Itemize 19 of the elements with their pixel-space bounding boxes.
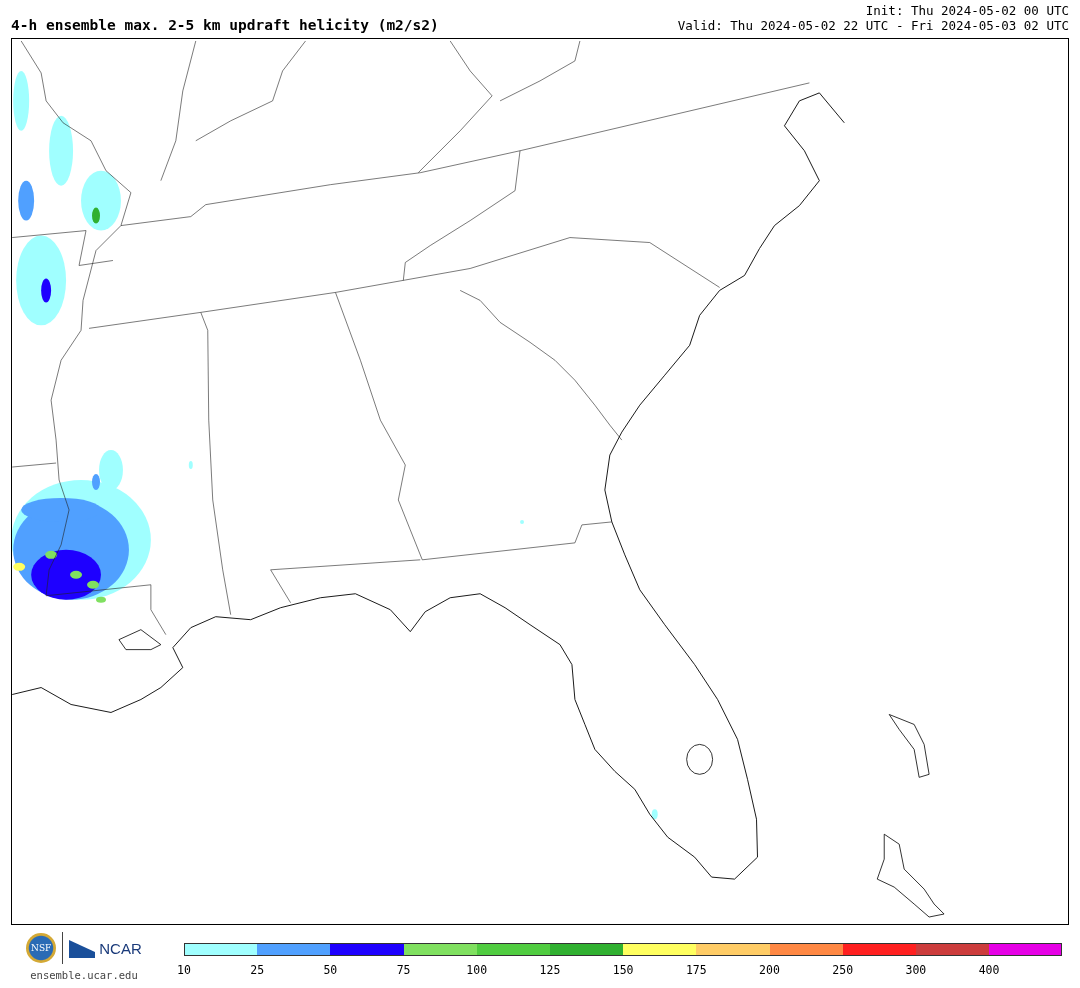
legend-tick-label: 250 <box>832 963 854 977</box>
legend-tick-label: 10 <box>177 963 191 977</box>
legend-tick-label: 25 <box>250 963 265 977</box>
legend-tick-label: 200 <box>759 963 780 977</box>
valid-time: Valid: Thu 2024-05-02 22 UTC - Fri 2024-05-03 02 UTC <box>677 18 1069 33</box>
legend-tick-label: 100 <box>466 963 488 977</box>
nsf-logo: NSF <box>26 933 57 963</box>
legend-tick-label: 400 <box>978 963 1000 977</box>
legend-tick-label: 75 <box>396 963 411 977</box>
legend-tick-label: 125 <box>539 963 561 977</box>
legend-tick-label: 50 <box>323 963 338 977</box>
legend-tick-label: 175 <box>685 963 707 977</box>
ncar-logo-icon <box>69 938 96 958</box>
init-time: Init: Thu 2024-05-02 00 UTC <box>865 3 1069 18</box>
legend-tick-label: 150 <box>612 963 634 977</box>
site-address: ensemble.ucar.edu <box>30 969 138 981</box>
ncar-logo-text: NCAR <box>99 939 142 957</box>
map-title: 4-h ensemble max. 2-5 km updraft helicity (m2/s2) <box>11 17 439 33</box>
legend-tick-label: 300 <box>905 963 927 977</box>
